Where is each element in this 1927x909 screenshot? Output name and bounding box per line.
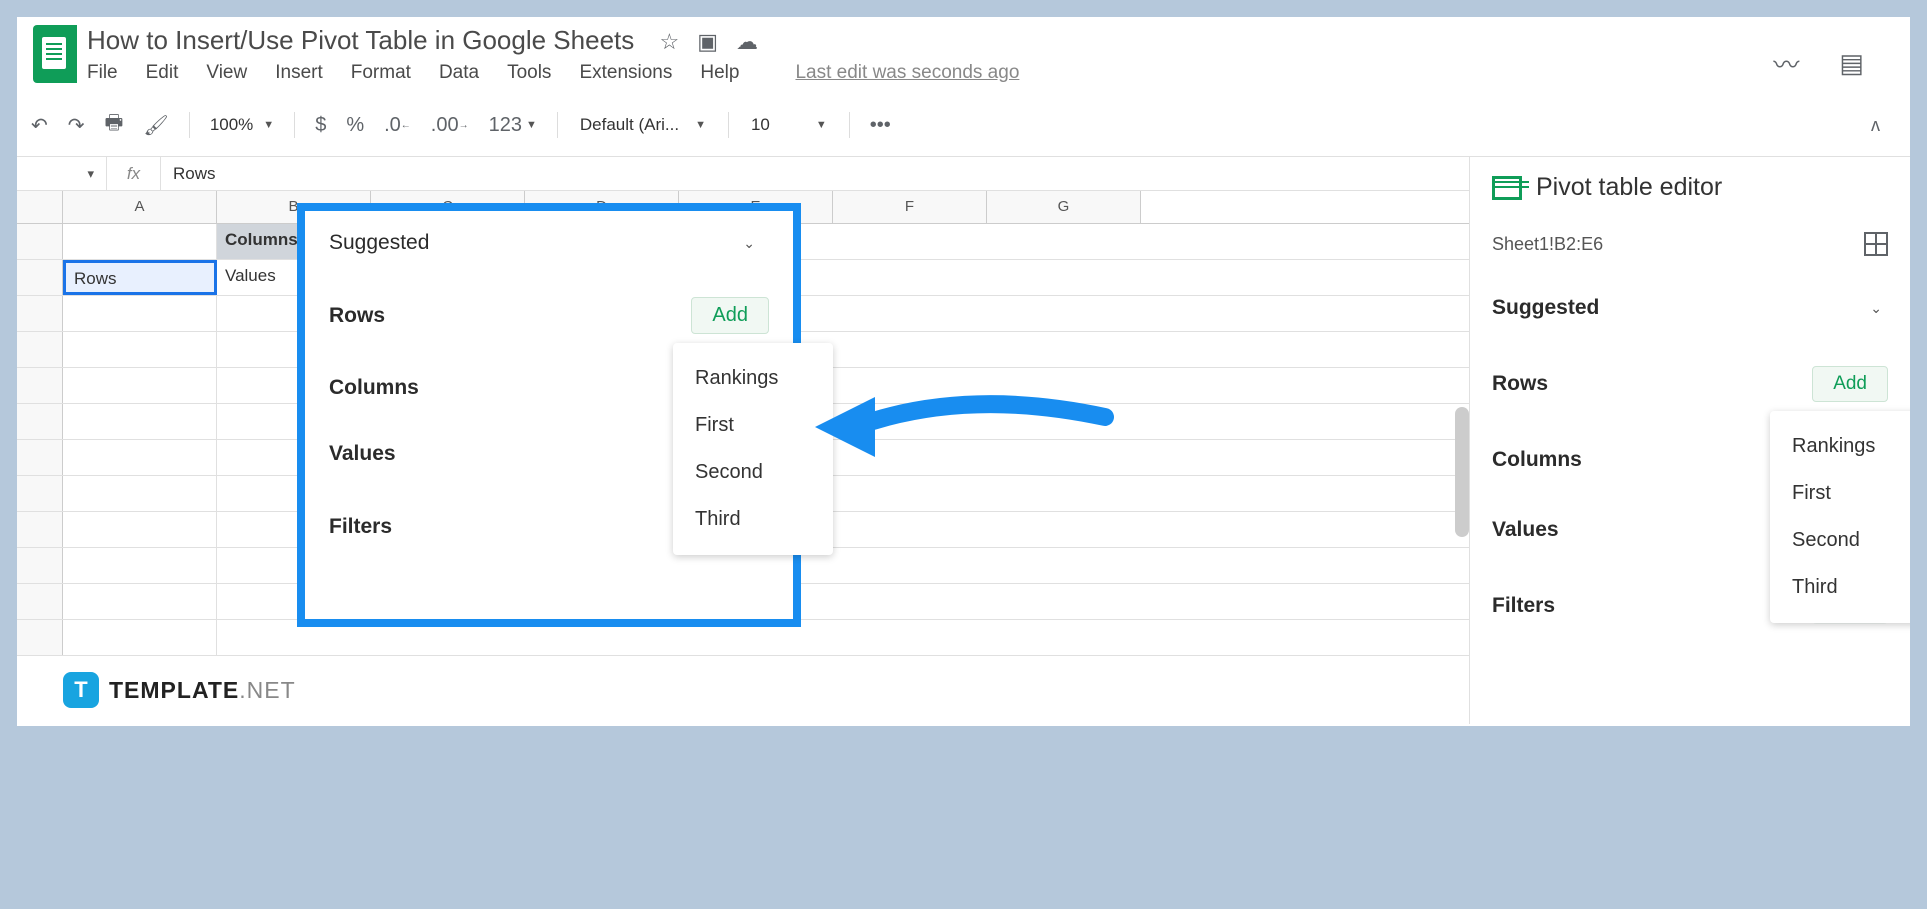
last-edit-link[interactable]: Last edit was seconds ago	[795, 62, 1019, 84]
cell-a1[interactable]	[63, 224, 217, 259]
print-icon[interactable]: 🖶	[97, 104, 132, 146]
formula-input[interactable]: Rows	[161, 164, 216, 184]
redo-icon[interactable]: ↷	[60, 109, 93, 142]
document-title[interactable]: How to Insert/Use Pivot Table in Google …	[87, 25, 1773, 56]
row-header-1[interactable]	[17, 224, 63, 259]
option-first[interactable]: First	[1770, 470, 1913, 517]
watermark-text: TEMPLATE.NET	[109, 677, 296, 704]
menu-help[interactable]: Help	[700, 62, 739, 84]
menu-data[interactable]: Data	[439, 62, 479, 84]
row-header-12[interactable]	[17, 620, 63, 655]
row-header-3[interactable]	[17, 296, 63, 331]
vertical-scrollbar[interactable]	[1455, 407, 1469, 537]
number-format-select[interactable]: 123▼	[481, 110, 545, 141]
menu-insert[interactable]: Insert	[275, 62, 323, 84]
sidebar-title: Pivot table editor	[1492, 173, 1888, 202]
cell-a2[interactable]: Rows	[63, 260, 217, 295]
sidebar-title-text: Pivot table editor	[1536, 173, 1722, 202]
watermark-logo: T	[63, 672, 99, 708]
arrow-annotation	[805, 367, 1125, 487]
col-header-f[interactable]: F	[833, 191, 987, 223]
chevron-down-icon: ⌄	[743, 235, 769, 252]
collapse-toolbar-icon[interactable]: ʌ	[1871, 115, 1880, 136]
row-header-6[interactable]	[17, 404, 63, 439]
menu-file[interactable]: File	[87, 62, 118, 84]
formula-bar: ▾ fx Rows	[17, 157, 1469, 191]
percent-button[interactable]: %	[338, 110, 372, 141]
sb-suggested[interactable]: Suggested ⌄	[1492, 296, 1888, 320]
undo-icon[interactable]: ↶	[23, 109, 56, 142]
pivot-editor-sidebar: Pivot table editor Sheet1!B2:E6 Suggeste…	[1470, 157, 1910, 724]
currency-button[interactable]: $	[307, 110, 334, 141]
col-header-g[interactable]: G	[987, 191, 1141, 223]
font-size-select[interactable]: 10▼	[741, 115, 837, 135]
increase-decimals-button[interactable]: .00→	[423, 110, 477, 141]
row-header-4[interactable]	[17, 332, 63, 367]
option-third[interactable]: Third	[1770, 564, 1913, 611]
header: How to Insert/Use Pivot Table in Google …	[17, 17, 1910, 84]
row-header-5[interactable]	[17, 368, 63, 403]
menu-format[interactable]: Format	[351, 62, 411, 84]
option-second[interactable]: Second	[1770, 517, 1913, 564]
row-header-10[interactable]	[17, 548, 63, 583]
range-text[interactable]: Sheet1!B2:E6	[1492, 234, 1603, 255]
hl-suggested[interactable]: Suggested ⌄	[329, 231, 769, 255]
hl-option-third[interactable]: Third	[673, 496, 833, 543]
cloud-icon[interactable]: ☁	[736, 29, 758, 55]
move-icon[interactable]: ▣	[697, 29, 718, 55]
menu-view[interactable]: View	[206, 62, 247, 84]
hl-rows: Rows Add	[329, 297, 769, 334]
star-icon[interactable]: ☆	[660, 29, 680, 55]
row-header-2[interactable]	[17, 260, 63, 295]
pivot-table-icon	[1492, 176, 1522, 200]
menu-bar: File Edit View Insert Format Data Tools …	[87, 62, 1773, 84]
col-header-a[interactable]: A	[63, 191, 217, 223]
row-header-11[interactable]	[17, 584, 63, 619]
sheets-logo[interactable]	[33, 25, 77, 83]
sb-rows: Rows Add	[1492, 366, 1888, 402]
toolbar: ↶ ↷ 🖶 🖌 100%▼ $ % .0← .00→ 123▼ Default …	[17, 94, 1910, 157]
paint-format-icon[interactable]: 🖌	[135, 109, 176, 142]
fx-label: fx	[107, 157, 161, 190]
name-box[interactable]: ▾	[17, 157, 107, 190]
row-header-9[interactable]	[17, 512, 63, 547]
activity-icon[interactable]: 〰	[1773, 45, 1799, 82]
more-button[interactable]: •••	[862, 110, 899, 141]
select-range-icon[interactable]	[1864, 232, 1888, 256]
menu-edit[interactable]: Edit	[146, 62, 179, 84]
row-header-7[interactable]	[17, 440, 63, 475]
font-select[interactable]: Default (Ari...▼	[570, 115, 716, 135]
comments-icon[interactable]: ▤	[1839, 48, 1864, 79]
rows-dropdown-menu: Rankings First Second Third	[1770, 411, 1913, 623]
rows-add-button[interactable]: Add	[1812, 366, 1888, 402]
decrease-decimals-button[interactable]: .0←	[376, 110, 419, 141]
menu-extensions[interactable]: Extensions	[579, 62, 672, 84]
sidebar-range: Sheet1!B2:E6	[1492, 232, 1888, 256]
hl-rows-add-button[interactable]: Add	[691, 297, 769, 334]
app-window: How to Insert/Use Pivot Table in Google …	[14, 14, 1913, 729]
select-all-corner[interactable]	[17, 191, 63, 223]
title-text[interactable]: How to Insert/Use Pivot Table in Google …	[87, 25, 634, 55]
watermark: T TEMPLATE.NET	[63, 672, 296, 708]
chevron-down-icon: ⌄	[1870, 300, 1888, 317]
menu-tools[interactable]: Tools	[507, 62, 551, 84]
header-right: 〰 ▤	[1773, 25, 1894, 82]
highlight-callout: Suggested ⌄ Rows Add Columns Values Filt…	[297, 203, 801, 627]
option-rankings[interactable]: Rankings	[1770, 423, 1913, 470]
row-header-8[interactable]	[17, 476, 63, 511]
zoom-select[interactable]: 100%▼	[202, 115, 282, 135]
title-area: How to Insert/Use Pivot Table in Google …	[87, 25, 1773, 84]
